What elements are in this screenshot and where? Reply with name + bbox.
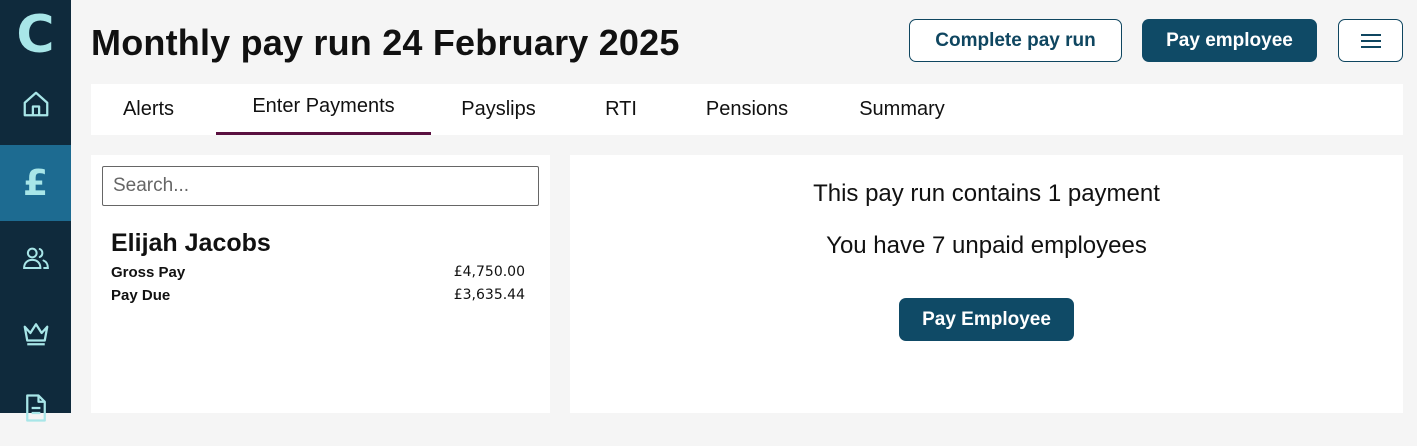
document-icon xyxy=(25,394,46,422)
sidebar-item-pay[interactable]: £ xyxy=(0,145,71,221)
pay-employee-panel-button[interactable]: Pay Employee xyxy=(899,298,1074,341)
tab-payslips[interactable]: Payslips xyxy=(451,84,546,135)
people-icon xyxy=(22,247,49,269)
employee-name: Elijah Jacobs xyxy=(111,229,271,257)
sidebar-item-employees[interactable] xyxy=(0,220,71,296)
gross-pay-row: Gross Pay £4,750.00 xyxy=(111,264,525,281)
employee-list-panel: Elijah Jacobs Gross Pay £4,750.00 Pay Du… xyxy=(91,155,550,413)
pay-due-label: Pay Due xyxy=(111,287,171,304)
app-logo[interactable]: C xyxy=(0,0,71,70)
sidebar: C £ xyxy=(0,0,71,422)
hamburger-icon xyxy=(1360,33,1381,48)
pound-icon: £ xyxy=(22,162,49,204)
sidebar-item-home[interactable] xyxy=(0,66,71,142)
complete-pay-run-button[interactable]: Complete pay run xyxy=(909,19,1122,62)
tab-bar: Alerts Enter Payments Payslips RTI Pensi… xyxy=(91,84,1403,135)
gross-pay-value: £4,750.00 xyxy=(453,264,525,280)
page-title: Monthly pay run 24 February 2025 xyxy=(91,22,680,63)
pay-run-summary-panel: This pay run contains 1 payment You have… xyxy=(570,155,1403,413)
crown-icon xyxy=(23,323,48,346)
tab-enter-payments[interactable]: Enter Payments xyxy=(216,84,431,135)
home-icon xyxy=(23,91,48,117)
pay-employee-button[interactable]: Pay employee xyxy=(1142,19,1317,62)
gross-pay-label: Gross Pay xyxy=(111,264,186,281)
sidebar-item-premium[interactable] xyxy=(0,295,71,371)
sidebar-item-documents[interactable] xyxy=(0,370,71,446)
pay-due-row: Pay Due £3,635.44 xyxy=(111,287,525,304)
pay-due-value: £3,635.44 xyxy=(453,287,525,303)
tab-summary[interactable]: Summary xyxy=(851,84,953,135)
tab-pensions[interactable]: Pensions xyxy=(696,84,798,135)
tab-alerts[interactable]: Alerts xyxy=(106,84,191,135)
menu-button[interactable] xyxy=(1338,19,1403,62)
payments-count-text: This pay run contains 1 payment xyxy=(813,180,1160,207)
search-input[interactable] xyxy=(102,166,539,206)
unpaid-employees-text: You have 7 unpaid employees xyxy=(826,232,1147,259)
employee-card[interactable]: Elijah Jacobs Gross Pay £4,750.00 Pay Du… xyxy=(111,229,525,304)
tab-rti[interactable]: RTI xyxy=(596,84,646,135)
